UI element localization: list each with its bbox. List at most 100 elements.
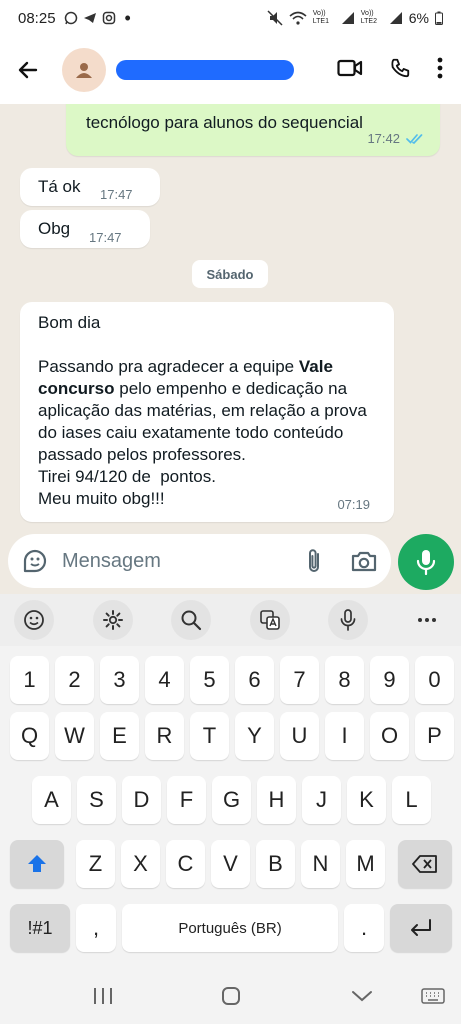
more-horizontal-icon — [417, 618, 436, 622]
shift-key[interactable] — [10, 840, 64, 888]
key-y[interactable]: Y — [235, 712, 274, 760]
telegram-notification-icon — [83, 11, 97, 25]
more-options-button[interactable] — [407, 600, 447, 640]
key-6[interactable]: 6 — [235, 656, 274, 704]
message-incoming[interactable]: Obg 17:47 — [20, 210, 150, 248]
system-navigation-bar — [0, 968, 461, 1024]
key-z[interactable]: Z — [76, 840, 115, 888]
message-input[interactable]: Mensagem — [8, 534, 391, 588]
sim2-label: Vo)) LTE2 — [360, 10, 377, 25]
key-v[interactable]: V — [211, 840, 250, 888]
message-time: 17:47 — [100, 187, 133, 202]
key-h[interactable]: H — [257, 776, 296, 824]
more-options-button[interactable] — [437, 57, 443, 84]
key-g[interactable]: G — [212, 776, 251, 824]
comma-key[interactable]: , — [76, 904, 116, 952]
key-i[interactable]: I — [325, 712, 364, 760]
back-nav-button[interactable] — [350, 984, 374, 1008]
video-call-icon — [337, 59, 363, 76]
enter-key[interactable] — [390, 904, 452, 952]
keyboard-icon — [421, 988, 445, 1004]
microphone-icon — [341, 609, 356, 631]
double-check-read-icon — [406, 134, 423, 145]
key-s[interactable]: S — [77, 776, 116, 824]
key-x[interactable]: X — [121, 840, 160, 888]
back-button[interactable] — [0, 36, 56, 104]
sticker-icon[interactable] — [22, 548, 48, 574]
key-f[interactable]: F — [167, 776, 206, 824]
date-separator: Sábado — [192, 260, 268, 288]
key-l[interactable]: L — [392, 776, 431, 824]
keyboard-toolbar — [0, 594, 461, 646]
backspace-key[interactable] — [398, 840, 452, 888]
symbols-key[interactable]: !#1 — [10, 904, 70, 952]
key-2[interactable]: 2 — [55, 656, 94, 704]
emoji-button[interactable] — [14, 600, 54, 640]
message-incoming[interactable]: Tá ok 17:47 — [20, 168, 160, 206]
key-8[interactable]: 8 — [325, 656, 364, 704]
key-e[interactable]: E — [100, 712, 139, 760]
home-button[interactable] — [219, 984, 243, 1008]
more-vertical-icon — [437, 57, 443, 78]
message-line: Tirei 94/120 de pontos. — [38, 467, 216, 486]
key-o[interactable]: O — [370, 712, 409, 760]
message-time: 17:47 — [89, 230, 122, 245]
voice-message-button[interactable] — [398, 534, 454, 590]
key-4[interactable]: 4 — [145, 656, 184, 704]
key-u[interactable]: U — [280, 712, 319, 760]
recent-apps-button[interactable] — [90, 984, 116, 1008]
translate-button[interactable] — [249, 600, 290, 640]
key-k[interactable]: K — [347, 776, 386, 824]
arrow-left-icon — [18, 61, 38, 79]
key-w[interactable]: W — [55, 712, 94, 760]
key-7[interactable]: 7 — [280, 656, 319, 704]
message-text: Obg — [38, 219, 71, 238]
key-1[interactable]: 1 — [10, 656, 49, 704]
status-bar: 08:25 • Vo)) LTE1 Vo)) LTE2 6% — [0, 0, 461, 36]
space-key[interactable]: Português (BR) — [122, 904, 338, 952]
key-m[interactable]: M — [346, 840, 385, 888]
key-5[interactable]: 5 — [190, 656, 229, 704]
key-9[interactable]: 9 — [370, 656, 409, 704]
search-button[interactable] — [171, 600, 212, 640]
gear-icon — [102, 610, 123, 630]
dot-icon: • — [124, 7, 131, 28]
message-placeholder: Mensagem — [62, 549, 161, 572]
period-key[interactable]: . — [344, 904, 384, 952]
key-p[interactable]: P — [415, 712, 454, 760]
camera-icon[interactable] — [351, 550, 377, 572]
sim1-label: Vo)) LTE1 — [312, 10, 329, 25]
phone-icon — [391, 58, 410, 77]
key-t[interactable]: T — [190, 712, 229, 760]
message-paragraph: Passando pra agradecer a equipe Vale con… — [38, 357, 367, 464]
key-r[interactable]: R — [145, 712, 184, 760]
key-n[interactable]: N — [301, 840, 340, 888]
voice-call-button[interactable] — [389, 57, 411, 84]
key-3[interactable]: 3 — [100, 656, 139, 704]
chevron-down-icon — [352, 991, 372, 1002]
microphone-icon — [416, 550, 436, 575]
keyboard-switch-button[interactable] — [420, 984, 446, 1008]
wifi-icon — [289, 11, 307, 25]
chat-area: tecnólogo para alunos do sequencial 17:4… — [0, 104, 461, 530]
key-j[interactable]: J — [302, 776, 341, 824]
contact-avatar[interactable] — [62, 48, 106, 92]
key-0[interactable]: 0 — [415, 656, 454, 704]
compose-bar: Mensagem — [0, 530, 461, 594]
message-outgoing[interactable]: tecnólogo para alunos do sequencial 17:4… — [66, 104, 440, 156]
contact-name-redacted[interactable] — [116, 60, 294, 80]
key-d[interactable]: D — [122, 776, 161, 824]
key-c[interactable]: C — [166, 840, 205, 888]
key-a[interactable]: A — [32, 776, 71, 824]
voice-input-button[interactable] — [328, 600, 369, 640]
search-icon — [181, 610, 202, 631]
signal-2-icon — [389, 11, 403, 25]
attach-clip-icon[interactable] — [305, 547, 323, 575]
person-icon — [76, 63, 92, 78]
settings-button[interactable] — [92, 600, 133, 640]
message-incoming-long[interactable]: Bom dia Passando pra agradecer a equipe … — [20, 302, 394, 522]
whatsapp-notification-icon — [64, 11, 78, 25]
key-q[interactable]: Q — [10, 712, 49, 760]
video-call-button[interactable] — [337, 58, 363, 83]
key-b[interactable]: B — [256, 840, 295, 888]
